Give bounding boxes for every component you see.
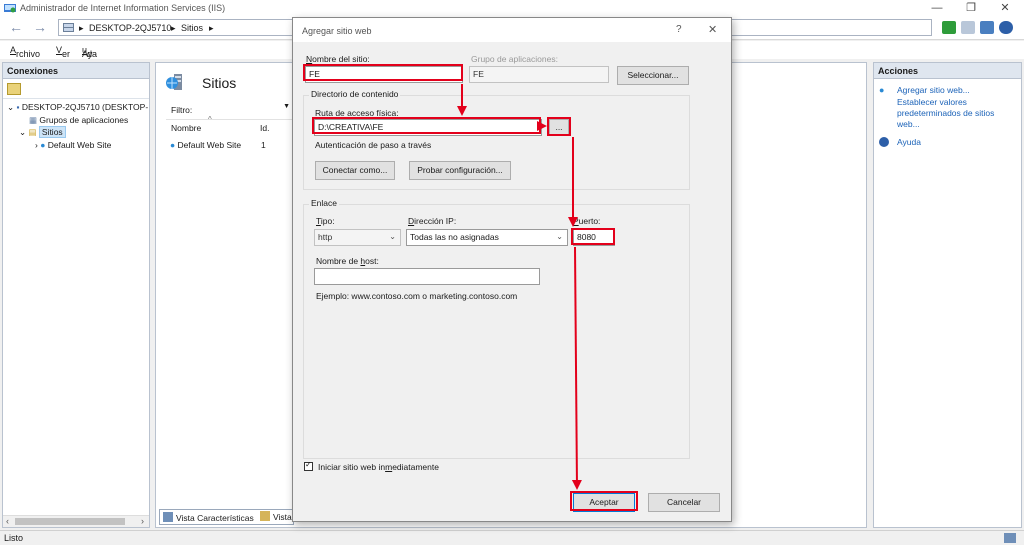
row-id: 1 [261, 140, 266, 150]
refresh-icon[interactable] [942, 21, 956, 34]
type-label: Tipo: [316, 216, 335, 226]
window-title: Administrador de Internet Information Se… [20, 3, 226, 13]
filter-label: Filtro: [171, 105, 193, 115]
connections-panel: Conexiones ⌄ ▪ DESKTOP-2QJ5710 (DESKTOP-… [2, 62, 150, 528]
filter-input[interactable]: ▼ [196, 102, 292, 116]
start-site-label: Iniciar sitio web inmediatamente [318, 462, 439, 472]
menu-archivo[interactable]: Archivo [10, 45, 40, 59]
breadcrumb-separator: ▸ [79, 23, 84, 33]
select-app-pool-button[interactable]: Seleccionar... [617, 66, 689, 85]
ip-address-label: Dirección IP: [408, 216, 457, 226]
forward-button[interactable]: → [30, 20, 50, 36]
back-button[interactable]: ← [6, 20, 26, 36]
binding-label: Enlace [309, 198, 339, 208]
scroll-left-icon[interactable]: ‹ [6, 516, 9, 526]
window-titlebar: Administrador de Internet Information Se… [0, 0, 1024, 16]
server-node-icon: ▪ [16, 102, 20, 112]
breadcrumb-server[interactable]: DESKTOP-2QJ5710 [89, 23, 171, 33]
connections-header: Conexiones [3, 63, 149, 79]
table-row[interactable]: ● Default Web Site [170, 140, 241, 150]
scroll-thumb[interactable] [15, 518, 125, 525]
status-text: Listo [4, 533, 24, 543]
hostname-example: Ejemplo: www.contoso.com o marketing.con… [316, 291, 518, 301]
content-directory-label: Directorio de contenido [309, 89, 401, 99]
stop-icon[interactable] [961, 21, 975, 34]
ip-address-select[interactable]: Todas las no asignadas ⌄ [406, 229, 568, 246]
sort-arrow-icon: ^ [208, 115, 212, 124]
hostname-input[interactable] [314, 268, 540, 285]
tree-app-pools[interactable]: ▦ Grupos de aplicaciones [29, 115, 128, 126]
column-id[interactable]: Id. [260, 123, 269, 133]
status-bar: Listo [0, 530, 1024, 545]
server-icon [63, 23, 74, 32]
help-link[interactable]: Ayuda [897, 137, 921, 148]
set-defaults-link[interactable]: Establecer valores predeterminados de si… [897, 97, 1007, 130]
add-site-icon: ● [879, 85, 885, 95]
globe-icon: ● [170, 140, 176, 150]
menu-ver[interactable]: Ver [56, 45, 70, 59]
app-pool-label: Grupo de aplicaciones: [471, 54, 558, 64]
maximize-button[interactable]: ❐ [956, 1, 986, 15]
start-site-checkbox[interactable]: ✓ [304, 460, 313, 471]
test-settings-button[interactable]: Probar configuración... [409, 161, 511, 180]
actions-header: Acciones [874, 63, 1021, 79]
passthrough-auth-label: Autenticación de paso a través [315, 140, 432, 150]
app-pool-input: FE [469, 66, 609, 83]
start-page-icon[interactable] [7, 83, 21, 95]
actions-panel: Acciones ● Agregar sitio web... Establec… [873, 62, 1022, 528]
app-pools-icon: ▦ [29, 115, 38, 125]
network-status-icon [1004, 533, 1016, 543]
annotation-box-physical-path [312, 117, 541, 134]
connect-as-button[interactable]: Conectar como... [315, 161, 395, 180]
features-view-icon [163, 512, 173, 522]
home-icon[interactable] [980, 21, 994, 34]
hostname-label: Nombre de host: [316, 256, 379, 266]
annotation-box-ok [570, 491, 638, 511]
add-website-dialog: Agregar sitio web ? ✕ Nombre del sitio: … [292, 17, 732, 522]
page-title: Sitios [202, 75, 237, 91]
type-select: http ⌄ [314, 229, 401, 246]
dialog-help-button[interactable]: ? [676, 24, 682, 35]
checkmark-icon: ✓ [305, 460, 312, 469]
column-name[interactable]: Nombre [171, 123, 201, 133]
dialog-titlebar: Agregar sitio web ? ✕ [293, 18, 731, 42]
annotation-box-site-name [303, 64, 463, 81]
chevron-down-icon: ⌄ [556, 232, 563, 241]
sites-globe-icon [166, 74, 182, 90]
breadcrumb-sites[interactable]: Sitios [181, 23, 203, 33]
breadcrumb-separator: ▸ [209, 23, 214, 33]
help-icon[interactable] [999, 21, 1013, 34]
minimize-button[interactable]: — [922, 1, 952, 15]
dialog-close-button[interactable]: ✕ [708, 23, 717, 36]
tree-server[interactable]: ⌄ ▪ DESKTOP-2QJ5710 (DESKTOP- [7, 102, 148, 113]
sites-folder-icon: ▤ [28, 127, 37, 137]
content-view-icon [260, 511, 270, 521]
iis-app-icon [4, 4, 16, 13]
scroll-right-icon[interactable]: › [141, 516, 144, 526]
tree-default-site[interactable]: › ● Default Web Site [35, 140, 111, 150]
horizontal-scrollbar[interactable]: ‹ › [3, 515, 149, 527]
close-window-button[interactable]: ✕ [990, 1, 1020, 15]
port-label: Puerto: [573, 216, 601, 226]
site-name-label: Nombre del sitio: [306, 54, 370, 64]
add-site-link[interactable]: Agregar sitio web... [897, 85, 970, 96]
breadcrumb-separator: ▸ [171, 23, 176, 33]
annotation-box-browse [547, 117, 571, 136]
tree-sites[interactable]: ⌄ ▤ Sitios [19, 126, 66, 138]
dialog-title: Agregar sitio web [302, 26, 372, 36]
chevron-down-icon: ⌄ [389, 232, 396, 241]
globe-icon: ● [40, 140, 46, 150]
cancel-button[interactable]: Cancelar [648, 493, 720, 512]
filter-dropdown-icon[interactable]: ▼ [283, 103, 290, 110]
help-icon [879, 137, 889, 147]
annotation-box-port [571, 228, 615, 245]
menu-ayuda[interactable]: Ay u da [82, 45, 97, 59]
